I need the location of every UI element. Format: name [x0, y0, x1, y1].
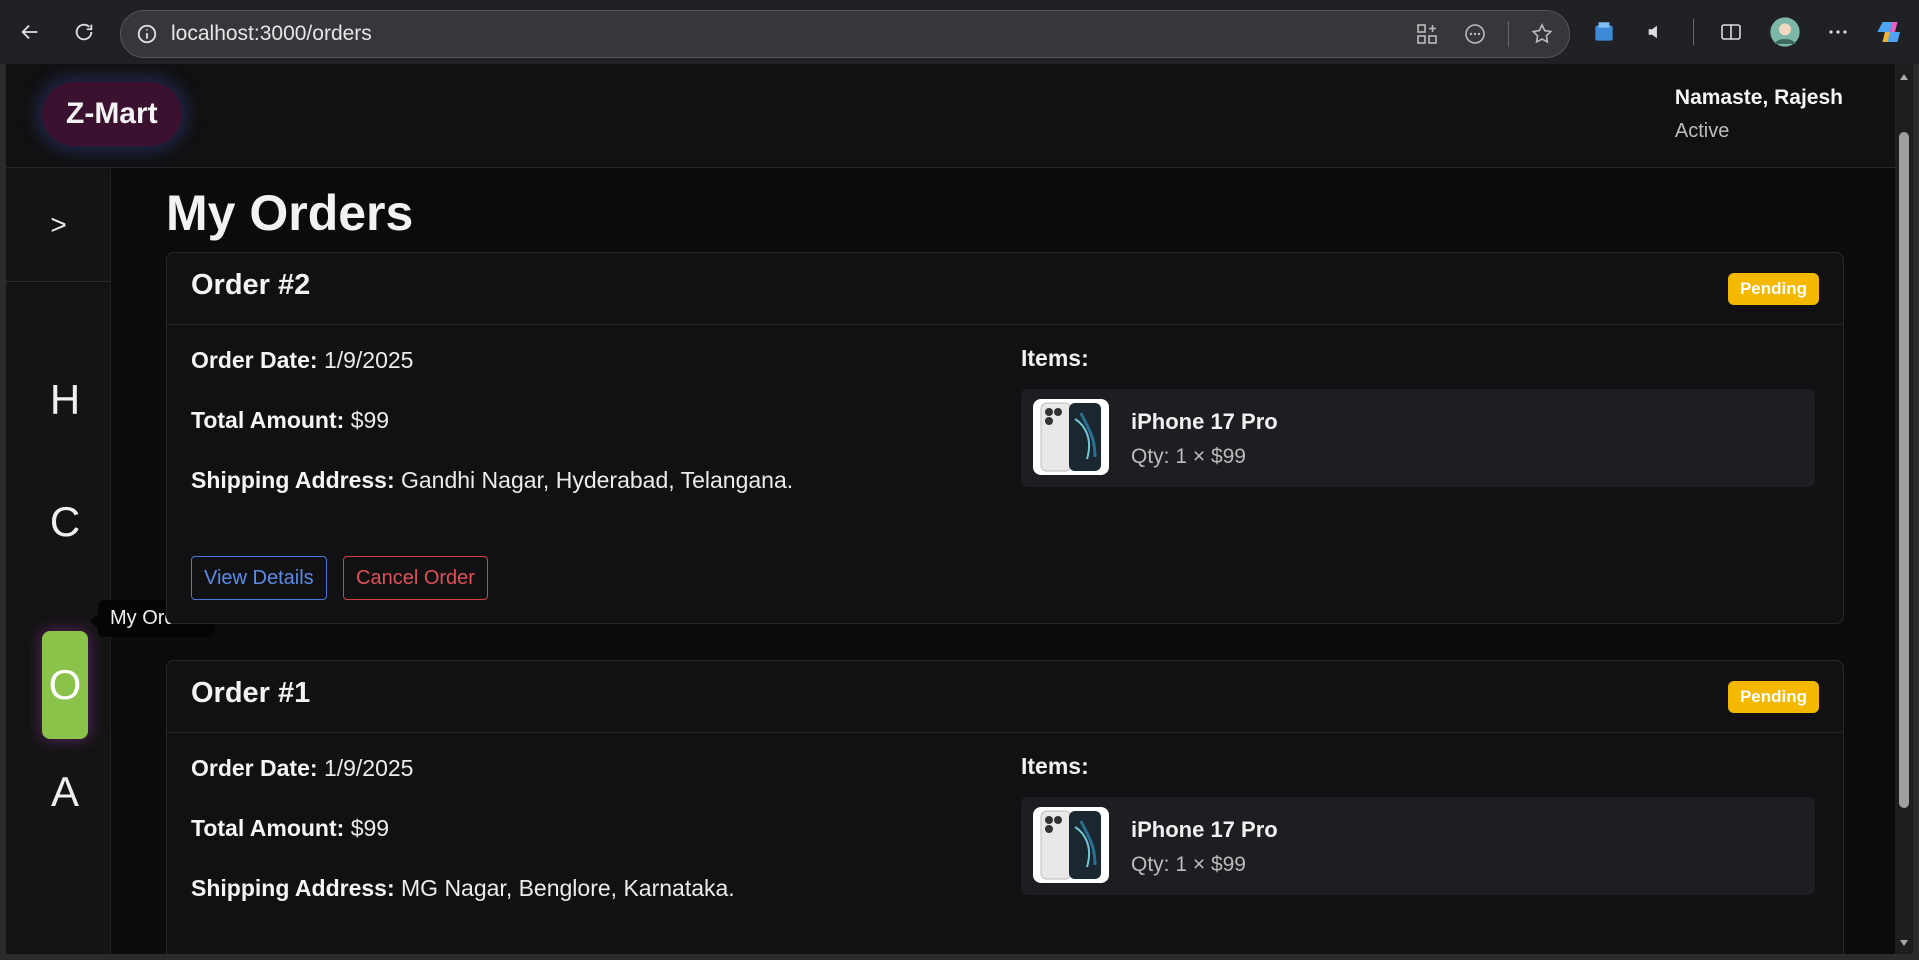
order-title: Order #2	[191, 269, 311, 301]
media-control-icon[interactable]	[1641, 15, 1671, 49]
split-screen-icon[interactable]	[1716, 15, 1746, 49]
back-arrow-icon	[21, 24, 38, 40]
profile-avatar-icon[interactable]	[1769, 15, 1801, 49]
shipping-address: Shipping Address: MG Nagar, Benglore, Ka…	[191, 875, 735, 902]
order-card: Order #1 Pending Order Date: 1/9/2025 To…	[166, 660, 1844, 954]
view-details-button[interactable]: View Details	[191, 556, 327, 600]
order-date: Order Date: 1/9/2025	[191, 755, 413, 782]
order-card: Order #2 Pending Order Date: 1/9/2025 To…	[166, 252, 1844, 624]
greeting-text: Namaste, Rajesh	[1674, 86, 1843, 109]
user-greeting: Namaste, Rajesh Active	[1675, 86, 1843, 143]
shipping-address-value: MG Nagar, Benglore, Karnataka.	[401, 875, 735, 901]
page-scrollbar[interactable]	[1895, 64, 1913, 954]
scrollbar-thumb[interactable]	[1899, 132, 1909, 808]
order-total-label: Total Amount:	[191, 815, 345, 841]
shipping-address-label: Shipping Address:	[191, 875, 395, 901]
item-name: iPhone 17 Pro	[1131, 409, 1278, 434]
shipping-address-label: Shipping Address:	[191, 467, 395, 493]
order-card-header: Order #1 Pending	[167, 661, 1843, 733]
order-total-value: $99	[350, 407, 390, 433]
brand-logo[interactable]: Z-Mart	[42, 82, 182, 146]
cancel-order-button[interactable]: Cancel Order	[343, 556, 488, 600]
page-viewport: Z-Mart Namaste, Rajesh Active > H C O A …	[6, 64, 1895, 954]
info-icon[interactable]	[135, 22, 159, 46]
scroll-down-arrow-icon[interactable]	[1899, 938, 1909, 948]
order-item: iPhone 17 Pro Qty: 1 × $99	[1021, 797, 1815, 895]
app-header: Z-Mart Namaste, Rajesh Active	[6, 64, 1895, 168]
back-button[interactable]	[12, 14, 48, 50]
product-thumbnail	[1033, 807, 1109, 883]
page-title: My Orders	[166, 185, 414, 241]
favorite-star-icon[interactable]	[1527, 19, 1557, 49]
browser-toolbar: localhost:3000/orders	[0, 0, 1919, 64]
item-quantity: Qty: 1 × $99	[1131, 853, 1246, 876]
order-date: Order Date: 1/9/2025	[191, 347, 413, 374]
scroll-up-arrow-icon[interactable]	[1899, 72, 1909, 82]
user-status: Active	[1674, 120, 1730, 142]
status-badge: Pending	[1727, 273, 1819, 305]
divider	[1508, 21, 1509, 47]
sidebar-item-account[interactable]: A	[42, 738, 88, 846]
order-total-value: $99	[350, 815, 390, 841]
divider	[1693, 19, 1695, 45]
status-badge: Pending	[1727, 681, 1819, 713]
order-date-label: Order Date:	[191, 347, 318, 373]
order-title: Order #1	[191, 677, 311, 709]
copilot-icon[interactable]	[1875, 15, 1905, 49]
order-date-value: 1/9/2025	[323, 755, 414, 781]
order-card-header: Order #2 Pending	[167, 253, 1843, 325]
order-date-label: Order Date:	[191, 755, 318, 781]
app-available-icon[interactable]	[1412, 19, 1442, 49]
items-label: Items:	[1021, 753, 1089, 779]
refresh-icon	[75, 23, 93, 41]
shipping-address: Shipping Address: Gandhi Nagar, Hyderaba…	[191, 467, 793, 494]
item-name: iPhone 17 Pro	[1131, 817, 1278, 842]
product-thumbnail	[1033, 399, 1109, 475]
refresh-button[interactable]	[66, 14, 102, 50]
sidebar-item-cart[interactable]: C	[42, 468, 88, 576]
item-quantity: Qty: 1 × $99	[1131, 445, 1246, 468]
extension-icon[interactable]	[1589, 15, 1619, 49]
sidebar-toggle-button[interactable]: >	[6, 168, 111, 282]
sidebar: > H C O A	[6, 168, 111, 954]
order-item: iPhone 17 Pro Qty: 1 × $99	[1021, 389, 1815, 487]
url-text: localhost:3000/orders	[171, 22, 372, 45]
items-label: Items:	[1021, 345, 1089, 371]
order-total: Total Amount: $99	[191, 815, 389, 842]
order-total: Total Amount: $99	[191, 407, 389, 434]
more-options-circle-icon[interactable]	[1460, 19, 1490, 49]
sidebar-item-home[interactable]: H	[42, 346, 88, 454]
address-bar[interactable]: localhost:3000/orders	[120, 10, 1570, 58]
order-total-label: Total Amount:	[191, 407, 345, 433]
sidebar-item-orders[interactable]: O	[42, 631, 88, 739]
order-date-value: 1/9/2025	[323, 347, 414, 373]
shipping-address-value: Gandhi Nagar, Hyderabad, Telangana.	[401, 467, 794, 493]
settings-more-icon[interactable]	[1823, 15, 1853, 49]
